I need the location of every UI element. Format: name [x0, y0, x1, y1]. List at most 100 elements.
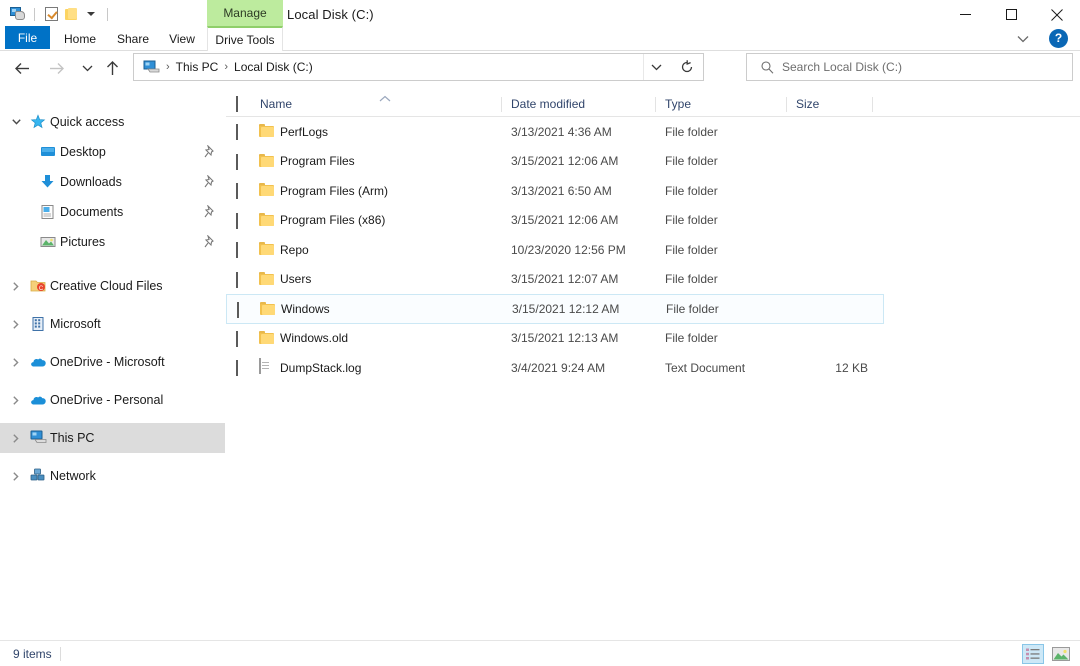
sidebar-item-quick-access[interactable]: Quick access	[0, 107, 225, 137]
file-name[interactable]: DumpStack.log	[280, 361, 361, 375]
table-row[interactable]: Windows 3/15/2021 12:12 AM File folder	[226, 294, 884, 324]
column-divider-4[interactable]	[872, 97, 873, 112]
pin-icon[interactable]	[204, 144, 216, 158]
row-checkbox[interactable]	[236, 330, 238, 347]
select-all-checkbox[interactable]	[236, 96, 238, 112]
column-header-size[interactable]: Size	[796, 92, 819, 117]
sidebar-item-this-pc[interactable]: This PC	[0, 423, 225, 453]
pin-icon[interactable]	[204, 234, 216, 248]
row-checkbox[interactable]	[236, 212, 238, 229]
column-divider-1[interactable]	[501, 97, 502, 112]
customize-caret-icon[interactable]	[81, 4, 101, 24]
row-checkbox[interactable]	[236, 183, 238, 199]
table-row[interactable]: Users 3/15/2021 12:07 AM File folder	[226, 265, 1080, 295]
file-name[interactable]: Users	[280, 272, 311, 286]
file-name[interactable]: Windows	[281, 302, 330, 316]
chevron-right-icon[interactable]	[8, 468, 24, 484]
row-checkbox[interactable]	[236, 153, 238, 170]
row-checkbox[interactable]	[236, 360, 238, 376]
desktop-icon	[40, 144, 56, 160]
table-row[interactable]: DumpStack.log 3/4/2021 9:24 AM Text Docu…	[226, 353, 1080, 383]
sidebar-item-desktop[interactable]: Desktop	[0, 137, 225, 167]
tab-file[interactable]: File	[5, 26, 50, 49]
file-name[interactable]: Windows.old	[280, 331, 348, 345]
chevron-right-icon[interactable]	[8, 354, 24, 370]
file-explorer-window: Manage Local Disk (C:) File Home Share V…	[0, 0, 1080, 666]
row-checkbox[interactable]	[237, 302, 239, 318]
row-checkbox[interactable]	[236, 124, 238, 140]
table-row[interactable]: PerfLogs 3/13/2021 4:36 AM File folder	[226, 117, 1080, 147]
sidebar-item-microsoft[interactable]: Microsoft	[0, 309, 225, 339]
status-bar: 9 items	[0, 640, 1080, 666]
address-dropdown-icon[interactable]	[643, 54, 669, 80]
table-row[interactable]: Repo 10/23/2020 12:56 PM File folder	[226, 235, 1080, 265]
sidebar-item-creative-cloud-files[interactable]: C Creative Cloud Files	[0, 271, 225, 301]
file-date-modified: 10/23/2020 12:56 PM	[511, 242, 626, 257]
contextual-tab-group-label: Manage	[223, 6, 267, 20]
column-header-date-modified[interactable]: Date modified	[511, 92, 585, 117]
column-divider-2[interactable]	[655, 97, 656, 112]
sidebar-item-downloads[interactable]: Downloads	[0, 167, 225, 197]
details-view-button[interactable]	[1022, 644, 1044, 664]
column-header-name[interactable]: Name	[260, 92, 292, 117]
maximize-button[interactable]	[988, 0, 1034, 29]
status-divider	[60, 647, 61, 661]
file-date-modified: 3/13/2021 6:50 AM	[511, 183, 612, 198]
forward-button[interactable]	[44, 55, 70, 81]
breadcrumb-item-this-pc[interactable]: This PC	[176, 60, 219, 74]
tab-view[interactable]: View	[163, 26, 201, 51]
tab-home[interactable]: Home	[58, 26, 102, 51]
chevron-down-icon[interactable]	[1014, 31, 1032, 47]
recent-locations-button[interactable]	[74, 55, 100, 81]
pin-icon[interactable]	[204, 204, 216, 218]
row-checkbox[interactable]	[236, 242, 238, 258]
sidebar-item-documents[interactable]: Documents	[0, 197, 225, 227]
breadcrumb-separator-2[interactable]: ›	[224, 61, 228, 73]
table-row[interactable]: Program Files (x86) 3/15/2021 12:06 AM F…	[226, 206, 1080, 236]
column-divider-3[interactable]	[786, 97, 787, 112]
sidebar-item-onedrive-personal[interactable]: OneDrive - Personal	[0, 385, 225, 415]
chevron-right-icon[interactable]	[8, 316, 24, 332]
chevron-right-icon[interactable]	[8, 392, 24, 408]
column-header-type[interactable]: Type	[665, 92, 691, 117]
explorer-icon[interactable]	[8, 4, 28, 24]
search-box[interactable]: Search Local Disk (C:)	[746, 53, 1073, 81]
large-icons-view-button[interactable]	[1050, 644, 1072, 664]
sidebar-item-network[interactable]: Network	[0, 461, 225, 491]
up-button[interactable]	[99, 55, 125, 81]
close-button[interactable]	[1034, 0, 1080, 29]
chevron-right-icon[interactable]	[8, 278, 24, 294]
breadcrumb-separator-1[interactable]: ›	[166, 61, 170, 73]
row-checkbox[interactable]	[236, 271, 238, 288]
file-date-modified: 3/15/2021 12:13 AM	[511, 331, 619, 346]
file-name[interactable]: Repo	[280, 243, 309, 257]
table-row[interactable]: Windows.old 3/15/2021 12:13 AM File fold…	[226, 324, 1080, 354]
sidebar-item-label: Creative Cloud Files	[50, 279, 163, 293]
this-pc-icon[interactable]	[143, 60, 160, 74]
address-bar[interactable]: › This PC › Local Disk (C:)	[133, 53, 704, 81]
file-name[interactable]: Program Files	[280, 154, 355, 168]
help-button[interactable]: ?	[1049, 29, 1068, 48]
new-folder-icon[interactable]	[61, 4, 81, 24]
table-row[interactable]: Program Files (Arm) 3/13/2021 6:50 AM Fi…	[226, 176, 1080, 206]
back-button[interactable]	[10, 55, 36, 81]
tab-drive-tools[interactable]: Drive Tools	[207, 26, 283, 51]
tab-share[interactable]: Share	[110, 26, 156, 51]
breadcrumb: › This PC › Local Disk (C:)	[143, 60, 313, 74]
file-type: File folder	[665, 183, 718, 198]
table-row[interactable]: Program Files 3/15/2021 12:06 AM File fo…	[226, 147, 1080, 177]
minimize-button[interactable]	[942, 0, 988, 29]
sidebar-item-pictures[interactable]: Pictures	[0, 227, 225, 257]
chevron-right-icon[interactable]	[8, 430, 24, 446]
refresh-icon[interactable]	[671, 54, 703, 80]
file-name[interactable]: PerfLogs	[280, 125, 328, 139]
file-name[interactable]: Program Files (Arm)	[280, 184, 388, 198]
file-name[interactable]: Program Files (x86)	[280, 213, 385, 227]
chevron-down-icon[interactable]	[8, 114, 24, 130]
sidebar-item-onedrive-microsoft[interactable]: OneDrive - Microsoft	[0, 347, 225, 377]
file-date-modified: 3/4/2021 9:24 AM	[511, 360, 606, 375]
properties-icon[interactable]	[41, 4, 61, 24]
pin-icon[interactable]	[204, 174, 216, 188]
search-input[interactable]: Search Local Disk (C:)	[782, 60, 902, 74]
breadcrumb-item-local-disk[interactable]: Local Disk (C:)	[234, 60, 313, 74]
